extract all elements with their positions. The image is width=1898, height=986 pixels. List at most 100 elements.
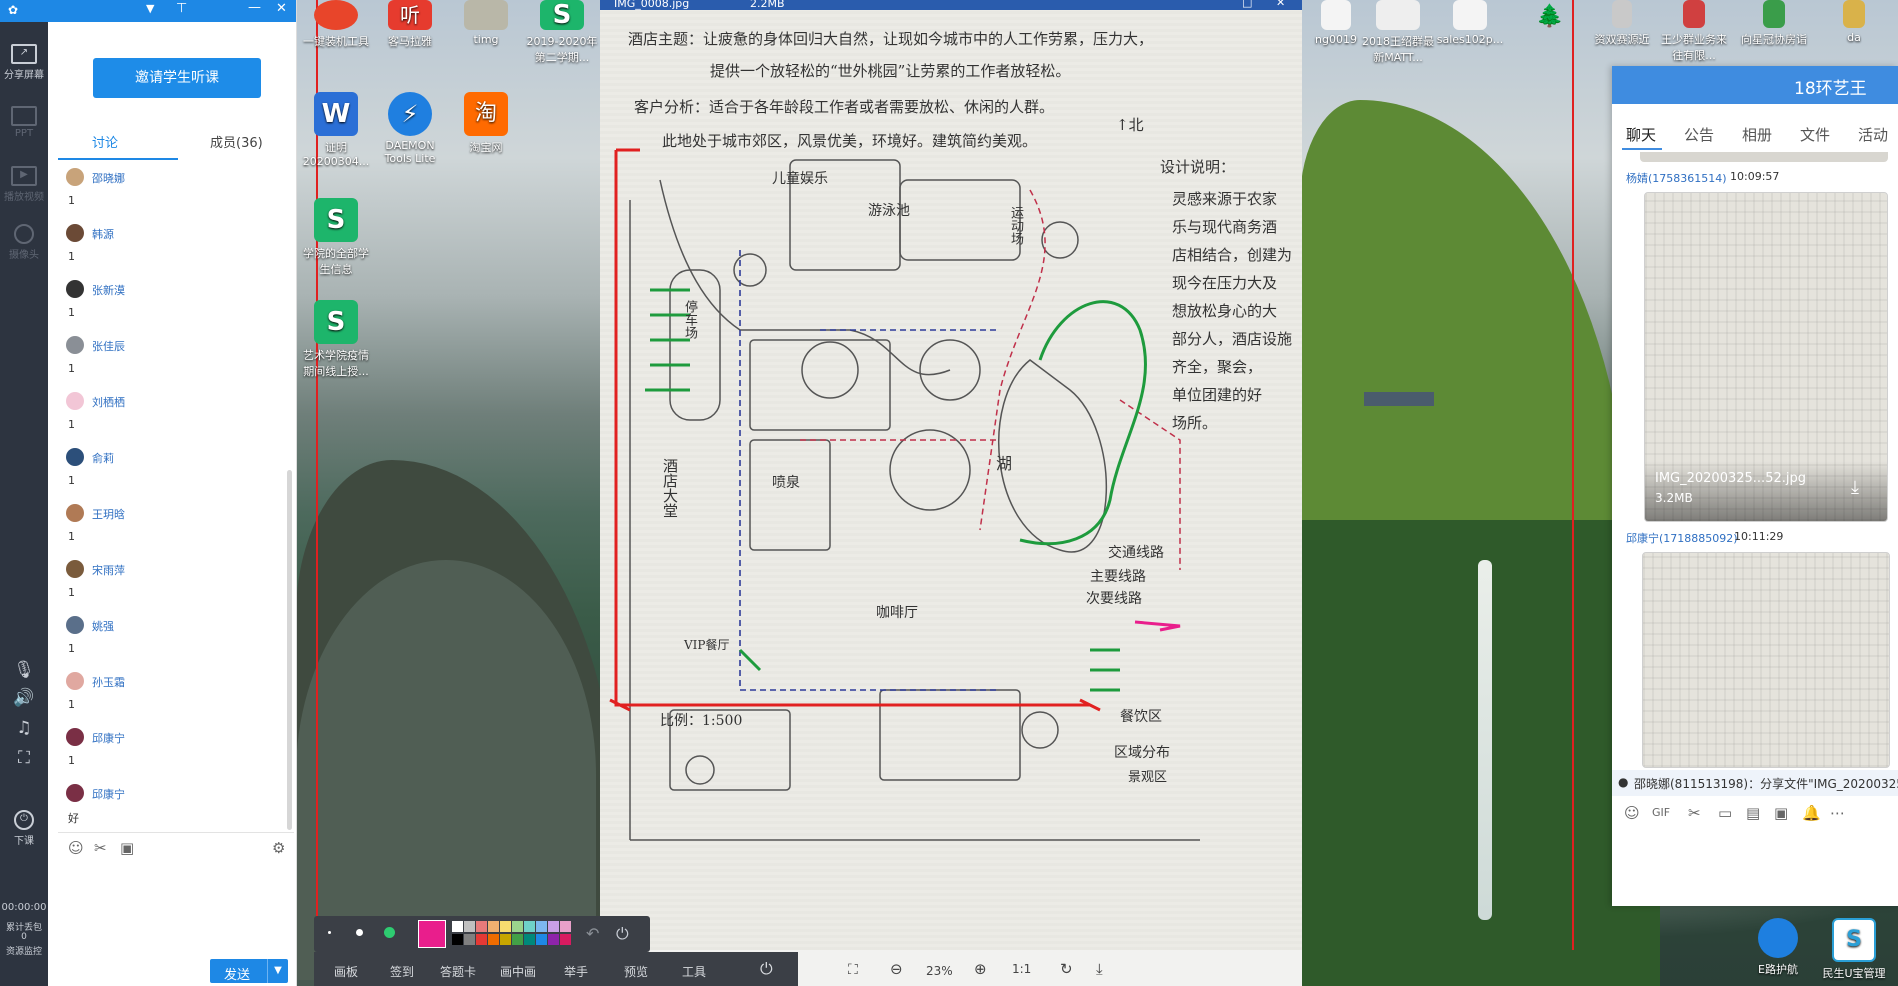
- desktop-icon-taobao[interactable]: 淘 淘宝网: [448, 92, 524, 155]
- group-msg1-sender[interactable]: 杨婧(1758361514): [1626, 170, 1727, 186]
- color-swatch[interactable]: [464, 921, 475, 932]
- color-swatch[interactable]: [524, 921, 535, 932]
- screenshot-icon[interactable]: ▤: [1746, 804, 1760, 822]
- sender-name[interactable]: 孙玉霜: [92, 674, 125, 690]
- desktop-icon-shortcut2[interactable]: 王少群业务来往有限...: [1656, 0, 1732, 63]
- download-icon[interactable]: ⤓: [1851, 477, 1859, 498]
- desktop-icon-sales[interactable]: sales102p...: [1432, 0, 1508, 46]
- more-icon[interactable]: ⋯: [1830, 804, 1845, 822]
- message-input[interactable]: [58, 864, 294, 954]
- actual-size-icon[interactable]: 1:1: [1012, 962, 1031, 976]
- tab-members[interactable]: 成员(36): [210, 132, 263, 151]
- tool-sign-in[interactable]: 签到: [390, 963, 414, 980]
- power-icon[interactable]: ⏻: [760, 959, 773, 979]
- color-swatch[interactable]: [560, 921, 571, 932]
- color-swatch[interactable]: [488, 934, 499, 945]
- color-swatch[interactable]: [512, 934, 523, 945]
- color-swatch[interactable]: [536, 921, 547, 932]
- fullscreen-icon[interactable]: ⛶: [0, 748, 48, 768]
- desktop-icon-matt[interactable]: 2018王绍群最新MATT...: [1360, 0, 1436, 65]
- zoom-out-icon[interactable]: ⊖: [890, 960, 903, 978]
- color-swatch[interactable]: [560, 934, 571, 945]
- group-msg2-sender[interactable]: 邱康宁(1718885092): [1626, 530, 1738, 546]
- sender-name[interactable]: 张新漠: [92, 282, 125, 298]
- microphone-icon[interactable]: 🎙: [0, 660, 48, 680]
- desktop-icon-shortcut3[interactable]: 向星冠协房诣: [1736, 0, 1812, 47]
- color-swatch[interactable]: [500, 921, 511, 932]
- previous-image-thumbnail[interactable]: [1640, 152, 1888, 162]
- send-options-icon[interactable]: ▼: [267, 959, 288, 983]
- power-icon[interactable]: ⏻: [616, 924, 629, 944]
- scrollbar[interactable]: [287, 470, 292, 830]
- desktop-icon-daemon[interactable]: ⚡ DAEMON Tools Lite: [372, 92, 448, 165]
- end-class-button[interactable]: ⏻ 下课: [0, 810, 48, 847]
- scissors-icon[interactable]: ✂: [94, 839, 107, 857]
- scissors-icon[interactable]: ✂: [1688, 804, 1701, 822]
- dropdown-icon[interactable]: ▼: [146, 2, 154, 15]
- music-icon[interactable]: ♫: [0, 718, 48, 738]
- color-swatch[interactable]: [452, 934, 463, 945]
- tab-activities[interactable]: 活动: [1858, 124, 1888, 145]
- image-icon[interactable]: ▣: [1774, 804, 1788, 822]
- desktop-icon-da[interactable]: da: [1816, 0, 1892, 44]
- color-swatch[interactable]: [476, 934, 487, 945]
- image-icon[interactable]: ▣: [120, 839, 134, 857]
- sender-name[interactable]: 刘栖栖: [92, 394, 125, 410]
- maximize-icon[interactable]: □: [1242, 0, 1252, 9]
- tab-chat[interactable]: 聊天: [1626, 124, 1656, 145]
- color-swatch[interactable]: [464, 934, 475, 945]
- desktop-icon-proof[interactable]: W 证明20200304...: [298, 92, 374, 168]
- sender-name[interactable]: 王玥晗: [92, 506, 125, 522]
- desktop-icon-timg[interactable]: timg: [448, 0, 524, 46]
- tool-picture-in-picture[interactable]: 画中画: [500, 963, 536, 980]
- tool-whiteboard[interactable]: 画板: [334, 963, 358, 980]
- sender-name[interactable]: 邱康宁: [92, 786, 125, 802]
- pen-size-medium[interactable]: [356, 929, 363, 936]
- send-button[interactable]: 发送 ▼: [210, 959, 288, 983]
- tool-tools[interactable]: 工具: [682, 963, 706, 980]
- color-swatch[interactable]: [548, 934, 559, 945]
- color-swatch[interactable]: [524, 934, 535, 945]
- tool-raise-hand[interactable]: 举手: [564, 963, 588, 980]
- resource-monitor-label[interactable]: 资源监控: [0, 944, 48, 957]
- pin-icon[interactable]: ⊤: [176, 1, 187, 16]
- invite-students-button[interactable]: 邀请学生听课: [93, 58, 261, 98]
- tool-answer-card[interactable]: 答题卡: [440, 963, 476, 980]
- desktop-icon-minsheng[interactable]: S 民生U宝管理: [1816, 918, 1892, 981]
- tab-files[interactable]: 文件: [1800, 124, 1830, 145]
- close-icon[interactable]: ✕: [1276, 0, 1285, 9]
- color-swatch[interactable]: [500, 934, 511, 945]
- desktop-icon-semester[interactable]: S 2019-2020年第二学期...: [524, 0, 600, 65]
- color-swatch[interactable]: [476, 921, 487, 932]
- color-swatch[interactable]: [536, 934, 547, 945]
- gear-icon[interactable]: ⚙: [272, 839, 285, 857]
- sender-name[interactable]: 宋雨萍: [92, 562, 125, 578]
- pen-size-small[interactable]: [328, 931, 331, 934]
- ppt-button[interactable]: PPT: [0, 106, 48, 139]
- gif-icon[interactable]: GIF: [1652, 806, 1670, 819]
- undo-icon[interactable]: ↶: [586, 924, 599, 943]
- sender-name[interactable]: 邵晓娜: [92, 170, 125, 186]
- tab-announcement[interactable]: 公告: [1684, 124, 1714, 145]
- play-video-button[interactable]: ▶ 播放视频: [0, 166, 48, 203]
- tab-album[interactable]: 相册: [1742, 124, 1772, 145]
- rotate-icon[interactable]: ↻: [1060, 960, 1073, 978]
- group-message-input[interactable]: [1612, 830, 1898, 906]
- sender-name[interactable]: 韩源: [92, 226, 114, 242]
- sender-name[interactable]: 姚强: [92, 618, 114, 634]
- tool-preview[interactable]: 预览: [624, 963, 648, 980]
- share-screen-button[interactable]: ↗ 分享屏幕: [0, 44, 48, 81]
- bell-icon[interactable]: 🔔: [1802, 804, 1821, 822]
- shared-image-thumbnail[interactable]: IMG_20200325...52.jpg 3.2MB ⤓: [1644, 192, 1888, 522]
- sender-name[interactable]: 张佳辰: [92, 338, 125, 354]
- file-share-notification[interactable]: ● 邵晓娜(811513198)：分享文件"IMG_20200325: [1612, 770, 1898, 796]
- emoji-icon[interactable]: ☺: [1624, 804, 1640, 822]
- color-swatch[interactable]: [488, 921, 499, 932]
- folder-icon[interactable]: ▭: [1718, 804, 1732, 822]
- tree-icon[interactable]: 🌲: [1536, 4, 1563, 29]
- zoom-in-icon[interactable]: ⊕: [974, 960, 987, 978]
- camera-button[interactable]: 摄像头: [0, 224, 48, 261]
- desktop-icon-art-school[interactable]: S 艺术学院疫情期间线上授...: [298, 300, 374, 379]
- desktop-icon-student-info[interactable]: S 学院的全部学生信息: [298, 198, 374, 277]
- desktop-icon-e-road[interactable]: E路护航: [1740, 918, 1816, 977]
